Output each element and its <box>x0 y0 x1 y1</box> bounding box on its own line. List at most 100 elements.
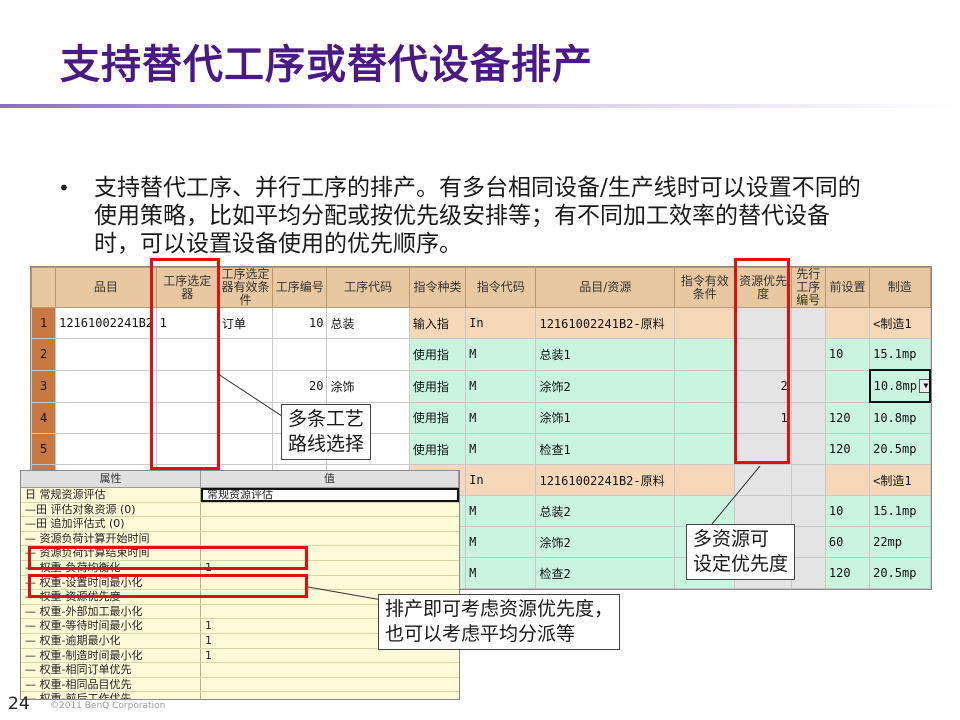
grid-cell-cond2[interactable] <box>674 369 736 403</box>
grid-cell-setup[interactable]: 10 <box>824 338 871 371</box>
grid-cell-res[interactable]: 检查2 <box>535 557 676 589</box>
grid-cell-opcode[interactable]: 总装 <box>326 307 410 339</box>
grid-cell-item[interactable] <box>55 369 157 403</box>
grid-cell-pre[interactable] <box>790 495 826 527</box>
grid-cell-code[interactable]: M <box>465 495 537 527</box>
grid-cell-setup[interactable] <box>824 369 871 403</box>
row-header[interactable]: 1 <box>31 307 57 339</box>
grid-cell-setup[interactable]: 120 <box>824 557 871 589</box>
grid-cell-mfg[interactable]: 10.8mp <box>869 401 931 434</box>
property-row[interactable]: — 权重-相同订单优先 <box>21 663 459 678</box>
grid-cell-setup[interactable]: 10 <box>824 495 871 527</box>
grid-cell-res[interactable]: 检查1 <box>535 433 676 465</box>
grid-cell-pre[interactable] <box>790 338 826 371</box>
property-value[interactable] <box>201 663 459 677</box>
grid-cell-kind[interactable]: 使用指 <box>408 401 467 434</box>
column-header[interactable]: 指令代码 <box>465 267 537 308</box>
grid-cell-cond[interactable]: 订单 <box>217 307 274 339</box>
property-value[interactable]: 常规资源评估 <box>201 488 459 502</box>
grid-cell-pre[interactable] <box>790 526 826 558</box>
grid-cell-res[interactable]: 12161002241B2-原料 <box>535 307 676 339</box>
grid-cell-code[interactable]: M <box>465 369 537 403</box>
column-header[interactable]: 品目 <box>55 267 157 308</box>
grid-cell-kind[interactable]: 使用指 <box>408 433 467 465</box>
column-header[interactable]: 前设置 <box>824 267 871 308</box>
grid-cell-opno[interactable]: 10 <box>272 307 328 339</box>
grid-cell-kind[interactable]: 使用指 <box>408 338 467 371</box>
column-header[interactable]: 制造 <box>869 267 931 308</box>
grid-cell-pre[interactable] <box>790 401 826 434</box>
grid-cell-kind[interactable]: 使用指 <box>408 369 467 403</box>
grid-cell-cond[interactable] <box>217 433 274 465</box>
property-row[interactable]: —田 追加评估式 (0) <box>21 517 459 532</box>
grid-cell-res[interactable]: 涂饰1 <box>535 401 676 434</box>
property-row[interactable]: — 权重-前后工作优先 <box>21 692 459 699</box>
grid-cell-code[interactable]: M <box>465 557 537 589</box>
grid-cell-pre[interactable] <box>790 464 826 496</box>
grid-cell-setup[interactable]: 60 <box>824 526 871 558</box>
grid-cell-pre[interactable] <box>790 557 826 589</box>
property-row[interactable]: —田 评估对象资源 (0) <box>21 502 459 518</box>
grid-cell-mfg[interactable]: 22mp <box>869 526 931 558</box>
row-header[interactable]: 2 <box>31 338 57 371</box>
grid-cell-mfg[interactable]: 20.5mp <box>869 433 931 465</box>
grid-cell-code[interactable]: M <box>465 401 537 434</box>
column-header[interactable]: 品目/资源 <box>535 267 676 308</box>
grid-cell-mfg[interactable]: 10.8mp ▼ <box>868 369 931 403</box>
property-value[interactable] <box>201 678 459 692</box>
grid-cell-res[interactable]: 涂饰2 <box>535 526 676 558</box>
grid-cell-cond2[interactable] <box>674 495 736 527</box>
grid-cell-res[interactable]: 总装2 <box>535 495 676 527</box>
chevron-down-icon[interactable]: ▼ <box>918 379 928 394</box>
grid-cell-pre[interactable] <box>790 369 826 403</box>
grid-cell-cond2[interactable] <box>674 338 736 371</box>
grid-cell-pre[interactable] <box>790 433 826 465</box>
grid-cell-item[interactable] <box>55 433 157 465</box>
grid-cell-prio[interactable] <box>734 495 792 527</box>
grid-cell-item[interactable] <box>55 338 157 371</box>
grid-cell-opcode[interactable]: 涂饰 <box>326 369 410 403</box>
grid-cell-res[interactable]: 涂饰2 <box>535 369 676 403</box>
property-row[interactable]: — 资源负荷计算开始时间 <box>21 531 459 547</box>
grid-cell-res[interactable]: 总装1 <box>535 338 676 371</box>
grid-cell-cond2[interactable] <box>674 464 736 496</box>
grid-cell-res[interactable]: 12161002241B2-原料 <box>535 464 676 496</box>
property-row[interactable]: — 权重-制造时间最小化 1 <box>21 648 459 664</box>
grid-cell-setup[interactable] <box>824 307 871 339</box>
column-header[interactable]: 工序编号 <box>272 267 328 308</box>
grid-cell-item[interactable]: 12161002241B2 <box>55 307 157 339</box>
row-header[interactable]: 3 <box>31 369 57 403</box>
grid-cell-code[interactable]: M <box>465 526 537 558</box>
property-value[interactable] <box>201 517 459 531</box>
grid-cell-cond2[interactable] <box>674 433 736 465</box>
grid-cell-setup[interactable]: 120 <box>824 401 871 434</box>
column-header[interactable]: 指令有效条件 <box>674 267 736 308</box>
grid-cell-mfg[interactable]: 15.1mp <box>869 338 931 371</box>
grid-cell-opcode[interactable] <box>326 338 410 371</box>
column-header[interactable]: 指令种类 <box>408 267 467 308</box>
column-header[interactable]: 先行工序编号 <box>790 267 826 308</box>
grid-cell-pre[interactable] <box>790 307 826 339</box>
row-header[interactable]: 5 <box>31 433 57 465</box>
property-row[interactable]: 日 常规资源评估 常规资源评估 <box>21 488 459 503</box>
grid-cell-cond[interactable] <box>217 338 274 371</box>
grid-cell-opno[interactable] <box>272 338 328 371</box>
grid-cell-kind[interactable]: 输入指 <box>408 307 467 339</box>
grid-cell-item[interactable] <box>55 401 157 434</box>
grid-cell-cond2[interactable] <box>674 307 736 339</box>
property-value[interactable]: 1 <box>201 649 459 663</box>
grid-cell-opno[interactable]: 20 <box>272 369 328 403</box>
grid-cell-code[interactable]: In <box>465 464 537 496</box>
grid-cell-setup[interactable]: 120 <box>824 433 871 465</box>
property-value[interactable] <box>201 532 459 546</box>
grid-cell-cond[interactable] <box>217 401 274 434</box>
grid-cell-cond[interactable] <box>217 369 274 403</box>
grid-cell-mfg[interactable]: 20.5mp <box>869 557 931 589</box>
column-header[interactable]: 工序代码 <box>326 267 410 308</box>
column-header[interactable]: 工序选定器有效条件 <box>217 267 274 308</box>
grid-cell-cond2[interactable] <box>674 401 736 434</box>
grid-cell-prio[interactable] <box>734 464 792 496</box>
property-row[interactable]: — 权重-相同品目优先 <box>21 677 459 693</box>
row-header[interactable]: 4 <box>31 401 57 434</box>
property-value[interactable] <box>201 503 459 517</box>
